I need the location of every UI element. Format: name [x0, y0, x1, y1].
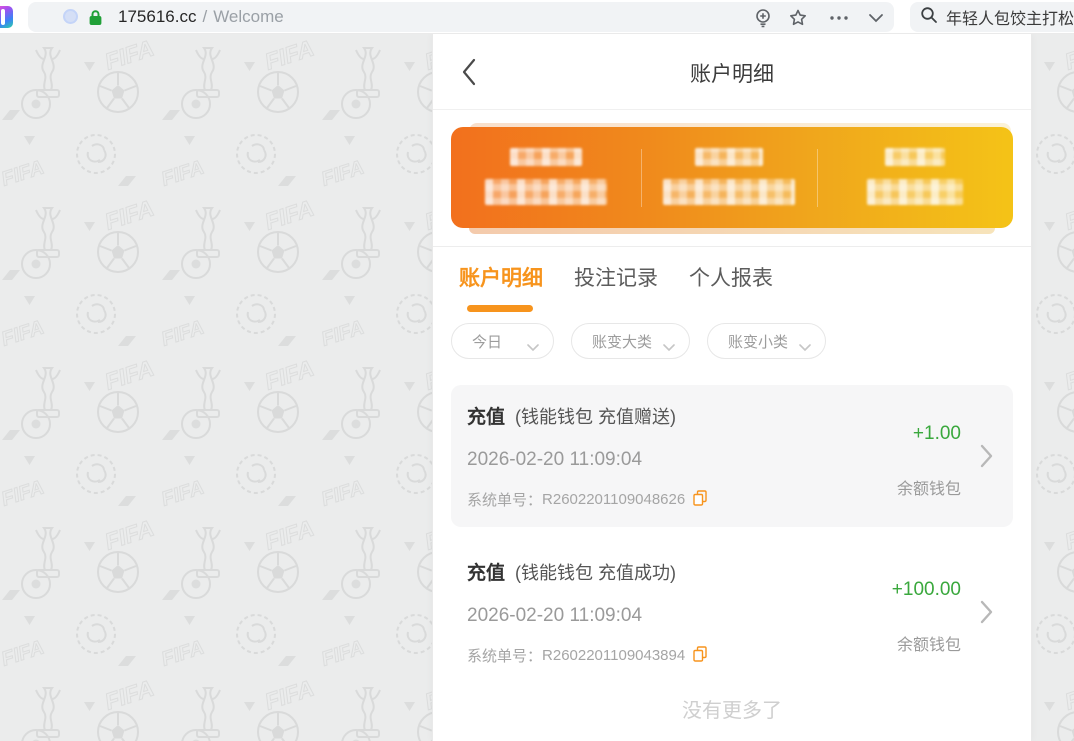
url-text[interactable]: 175616.cc / Welcome [118, 2, 284, 32]
transaction-subtype: (钱能钱包 充值赠送) [515, 407, 676, 427]
search-query-text: 年轻人包饺主打松 [946, 5, 1074, 29]
no-more-text: 没有更多了 [433, 694, 1031, 723]
transaction-order: 系统单号：R2602201109043894 [467, 645, 707, 666]
bookmark-star-icon[interactable] [788, 8, 808, 28]
tab-personal-report[interactable]: 个人报表 [689, 262, 773, 292]
order-label: 系统单号： [467, 645, 542, 666]
transaction-row[interactable]: 充值 (钱能钱包 充值赠送) 2026-02-20 11:09:04 系统单号：R… [451, 385, 1013, 527]
transaction-wallet: 余额钱包 [897, 631, 961, 655]
order-number: R2602201109048626 [542, 491, 685, 508]
masked-stat-column [641, 127, 817, 228]
page-background: FIFA FIFA [0, 34, 1074, 741]
order-number: R2602201109043894 [542, 647, 685, 664]
masked-stat-label [885, 148, 945, 166]
search-icon [920, 6, 938, 29]
transaction-wallet: 余额钱包 [897, 475, 961, 499]
wallet-card [451, 127, 1013, 228]
transaction-datetime: 2026-02-20 11:09:04 [467, 449, 642, 471]
masked-stat-value [485, 179, 607, 205]
address-bar[interactable]: 175616.cc / Welcome [28, 2, 894, 32]
chevron-down-icon [799, 339, 811, 356]
more-options-icon[interactable] [828, 8, 848, 28]
filter-minor-type-label: 账变小类 [708, 331, 788, 352]
transaction-amount: +1.00 [913, 423, 961, 445]
transaction-order: 系统单号：R2602201109048626 [467, 489, 707, 510]
masked-stat-label [510, 148, 582, 166]
chevron-down-icon [663, 339, 675, 356]
tab-bet-records[interactable]: 投注记录 [574, 262, 658, 292]
filter-major-type-dropdown[interactable]: 账变大类 [571, 323, 690, 359]
masked-stat-column [817, 127, 1013, 228]
section-divider [433, 246, 1031, 247]
site-permission-icon[interactable] [63, 9, 78, 24]
transaction-row[interactable]: 充值 (钱能钱包 充值成功) 2026-02-20 11:09:04 系统单号：R… [451, 541, 1013, 683]
url-separator: / [202, 7, 207, 26]
wallet-summary-card [451, 123, 1013, 235]
filter-date-label: 今日 [452, 331, 502, 352]
order-label: 系统单号： [467, 489, 542, 510]
browser-app-icon [0, 6, 13, 28]
browser-search-box[interactable]: 年轻人包饺主打松 [910, 2, 1074, 32]
chevron-down-icon[interactable] [866, 8, 886, 28]
transaction-datetime: 2026-02-20 11:09:04 [467, 605, 642, 627]
browser-toolbar: 175616.cc / Welcome [0, 0, 1074, 34]
filter-major-type-label: 账变大类 [572, 331, 652, 352]
card-shadow-layer [469, 228, 995, 234]
transaction-type-text: 充值 [467, 563, 505, 584]
chevron-down-icon [527, 339, 539, 356]
transaction-type: 充值 (钱能钱包 充值赠送) [467, 402, 676, 429]
transaction-amount: +100.00 [892, 579, 961, 601]
transaction-type-text: 充值 [467, 407, 505, 428]
chevron-right-icon [980, 444, 993, 473]
panel-header: 账户明细 [433, 34, 1031, 110]
masked-stat-value [663, 179, 795, 205]
transaction-subtype: (钱能钱包 充值成功) [515, 563, 676, 583]
copy-icon[interactable] [693, 646, 707, 666]
page-title: 账户明细 [433, 58, 1031, 88]
transaction-type: 充值 (钱能钱包 充值成功) [467, 558, 676, 585]
url-host: 175616.cc [118, 7, 196, 26]
active-tab-indicator [467, 305, 533, 312]
url-page: Welcome [213, 7, 284, 26]
copy-icon[interactable] [693, 490, 707, 510]
highlight-idea-icon[interactable] [753, 8, 773, 28]
tab-bar: 账户明细 投注记录 个人报表 [459, 262, 773, 292]
filter-date-dropdown[interactable]: 今日 [451, 323, 554, 359]
account-detail-panel: 账户明细 [432, 34, 1032, 741]
masked-stat-label [695, 148, 763, 166]
chevron-right-icon [980, 600, 993, 629]
masked-stat-column [451, 127, 641, 228]
tab-account-detail[interactable]: 账户明细 [459, 262, 543, 292]
masked-stat-value [867, 179, 963, 205]
filter-minor-type-dropdown[interactable]: 账变小类 [707, 323, 826, 359]
ssl-lock-icon[interactable] [88, 9, 103, 31]
